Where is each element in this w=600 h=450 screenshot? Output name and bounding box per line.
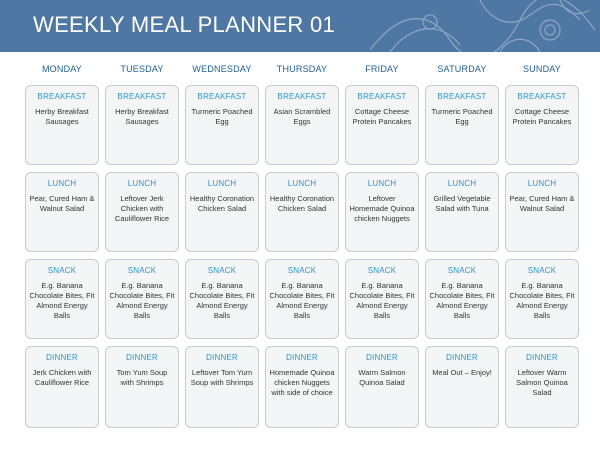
meal-label-snack: SNACK (47, 266, 77, 275)
day-header-tuesday: TUESDAY (120, 64, 164, 74)
meal-text: Healthy Coronation Chicken Salad (269, 194, 335, 213)
meal-text: E.g. Banana Chocolate Bites, Fit Almond … (429, 281, 495, 320)
dinner-cell-friday[interactable]: DINNER Warm Salmon Quinoa Salad (345, 346, 419, 428)
meal-label-snack: SNACK (527, 266, 557, 275)
meal-text: Leftover Tom Yum Soup with Shrimps (190, 368, 254, 387)
lunch-cell-friday[interactable]: LUNCH Leftover Homemade Quinoa chicken Nu… (345, 172, 419, 252)
meal-text: Asian Scrambled Eggs (273, 107, 331, 126)
meal-label-snack: SNACK (287, 266, 317, 275)
dinner-cell-thursday[interactable]: DINNER Homemade Quinoa chicken Nuggets wi… (265, 346, 339, 428)
meal-text: Warm Salmon Quinoa Salad (358, 368, 406, 387)
meal-text: Tom Yum Soup with Shrimps (116, 368, 168, 387)
meal-label-snack: SNACK (207, 266, 237, 275)
dinner-cell-saturday[interactable]: DINNER Meal Out – Enjoy! (425, 346, 499, 428)
snack-cell-thursday[interactable]: SNACK E.g. Banana Chocolate Bites, Fit Al… (265, 259, 339, 339)
meal-text: Leftover Jerk Chicken with Cauliflower R… (114, 194, 170, 223)
lunch-cell-thursday[interactable]: LUNCH Healthy Coronation Chicken Salad (265, 172, 339, 252)
meal-text: Healthy Coronation Chicken Salad (189, 194, 255, 213)
meal-label-lunch: LUNCH (287, 179, 317, 188)
breakfast-cell-saturday[interactable]: BREAKFAST Turmeric Poached Egg (425, 85, 499, 165)
lunch-cell-sunday[interactable]: LUNCH Pear, Cured Ham & Walnut Salad (505, 172, 579, 252)
meal-text: Meal Out – Enjoy! (432, 368, 492, 377)
lunch-cell-saturday[interactable]: LUNCH Grilled Vegetable Salad with Tuna (425, 172, 499, 252)
breakfast-cell-tuesday[interactable]: BREAKFAST Herby Breakfast Sausages (105, 85, 179, 165)
day-header-monday: MONDAY (41, 64, 83, 74)
snack-cell-friday[interactable]: SNACK E.g. Banana Chocolate Bites, Fit Al… (345, 259, 419, 339)
day-header-thursday: THURSDAY (276, 64, 328, 74)
meal-text: E.g. Banana Chocolate Bites, Fit Almond … (109, 281, 175, 320)
meal-label-breakfast: BREAKFAST (117, 92, 167, 101)
meal-text: Jerk Chicken with Cauliflower Rice (32, 368, 92, 387)
meal-label-dinner: DINNER (526, 353, 558, 362)
meal-label-snack: SNACK (447, 266, 477, 275)
meal-label-dinner: DINNER (446, 353, 478, 362)
floral-ornament-icon (369, 0, 596, 52)
lunch-cell-tuesday[interactable]: LUNCH Leftover Jerk Chicken with Cauliflo… (105, 172, 179, 252)
meal-text: Homemade Quinoa chicken Nuggets with sid… (269, 368, 335, 397)
meal-text: Herby Breakfast Sausages (115, 107, 169, 126)
breakfast-cell-thursday[interactable]: BREAKFAST Asian Scrambled Eggs (265, 85, 339, 165)
breakfast-cell-sunday[interactable]: BREAKFAST Cottage Cheese Protein Pancakes (505, 85, 579, 165)
meal-label-breakfast: BREAKFAST (37, 92, 87, 101)
meal-text: Cottage Cheese Protein Pancakes (512, 107, 572, 126)
header-banner: WEEKLY MEAL PLANNER 01 (0, 0, 600, 52)
breakfast-cell-wednesday[interactable]: BREAKFAST Turmeric Poached Egg (185, 85, 259, 165)
lunch-cell-wednesday[interactable]: LUNCH Healthy Coronation Chicken Salad (185, 172, 259, 252)
dinner-cell-monday[interactable]: DINNER Jerk Chicken with Cauliflower Rice (25, 346, 99, 428)
day-header-row: MONDAY TUESDAY WEDNESDAY THURSDAY FRIDAY SATU… (19, 64, 589, 78)
meal-text: Pear, Cured Ham & Walnut Salad (509, 194, 575, 213)
meal-text: Leftover Homemade Quinoa chicken Nuggets (349, 194, 415, 223)
dinner-cell-tuesday[interactable]: DINNER Tom Yum Soup with Shrimps (105, 346, 179, 428)
dinner-cell-sunday[interactable]: DINNER Leftover Warm Salmon Quinoa Salad (505, 346, 579, 428)
meal-text: Turmeric Poached Egg (191, 107, 253, 126)
meal-label-lunch: LUNCH (367, 179, 397, 188)
snack-cell-saturday[interactable]: SNACK E.g. Banana Chocolate Bites, Fit Al… (425, 259, 499, 339)
meal-text: Pear, Cured Ham & Walnut Salad (29, 194, 95, 213)
meal-text: E.g. Banana Chocolate Bites, Fit Almond … (349, 281, 415, 320)
meal-text: E.g. Banana Chocolate Bites, Fit Almond … (269, 281, 335, 320)
meal-text: Cottage Cheese Protein Pancakes (352, 107, 412, 126)
breakfast-cell-friday[interactable]: BREAKFAST Cottage Cheese Protein Pancakes (345, 85, 419, 165)
meal-label-dinner: DINNER (126, 353, 158, 362)
meal-label-snack: SNACK (127, 266, 157, 275)
snack-cell-monday[interactable]: SNACK E.g. Banana Chocolate Bites, Fit Al… (25, 259, 99, 339)
meal-label-lunch: LUNCH (527, 179, 557, 188)
meal-label-dinner: DINNER (366, 353, 398, 362)
meal-label-breakfast: BREAKFAST (357, 92, 407, 101)
meal-text: Grilled Vegetable Salad with Tuna (433, 194, 491, 213)
meal-label-lunch: LUNCH (127, 179, 157, 188)
meal-label-breakfast: BREAKFAST (277, 92, 327, 101)
breakfast-cell-monday[interactable]: BREAKFAST Herby Breakfast Sausages (25, 85, 99, 165)
day-header-sunday: SUNDAY (522, 64, 562, 74)
meal-label-lunch: LUNCH (47, 179, 77, 188)
day-header-saturday: SATURDAY (437, 64, 487, 74)
snack-cell-sunday[interactable]: SNACK E.g. Banana Chocolate Bites, Fit Al… (505, 259, 579, 339)
meal-label-dinner: DINNER (46, 353, 78, 362)
day-header-wednesday: WEDNESDAY (192, 64, 252, 74)
meal-text: E.g. Banana Chocolate Bites, Fit Almond … (509, 281, 575, 320)
snack-cell-tuesday[interactable]: SNACK E.g. Banana Chocolate Bites, Fit Al… (105, 259, 179, 339)
meal-label-lunch: LUNCH (207, 179, 237, 188)
lunch-cell-monday[interactable]: LUNCH Pear, Cured Ham & Walnut Salad (25, 172, 99, 252)
meal-text: E.g. Banana Chocolate Bites, Fit Almond … (189, 281, 255, 320)
meal-label-dinner: DINNER (286, 353, 318, 362)
meal-label-dinner: DINNER (206, 353, 238, 362)
meal-label-breakfast: BREAKFAST (437, 92, 487, 101)
page-title: WEEKLY MEAL PLANNER 01 (33, 12, 336, 37)
meal-text: Turmeric Poached Egg (431, 107, 493, 126)
dinner-cell-wednesday[interactable]: DINNER Leftover Tom Yum Soup with Shrimps (185, 346, 259, 428)
meal-label-lunch: LUNCH (447, 179, 477, 188)
day-header-friday: FRIDAY (365, 64, 399, 74)
meal-label-breakfast: BREAKFAST (517, 92, 567, 101)
meal-label-snack: SNACK (367, 266, 397, 275)
meal-label-breakfast: BREAKFAST (197, 92, 247, 101)
meal-text: Herby Breakfast Sausages (35, 107, 89, 126)
meal-text: E.g. Banana Chocolate Bites, Fit Almond … (29, 281, 95, 320)
meal-text: Leftover Warm Salmon Quinoa Salad (516, 368, 568, 397)
snack-cell-wednesday[interactable]: SNACK E.g. Banana Chocolate Bites, Fit Al… (185, 259, 259, 339)
